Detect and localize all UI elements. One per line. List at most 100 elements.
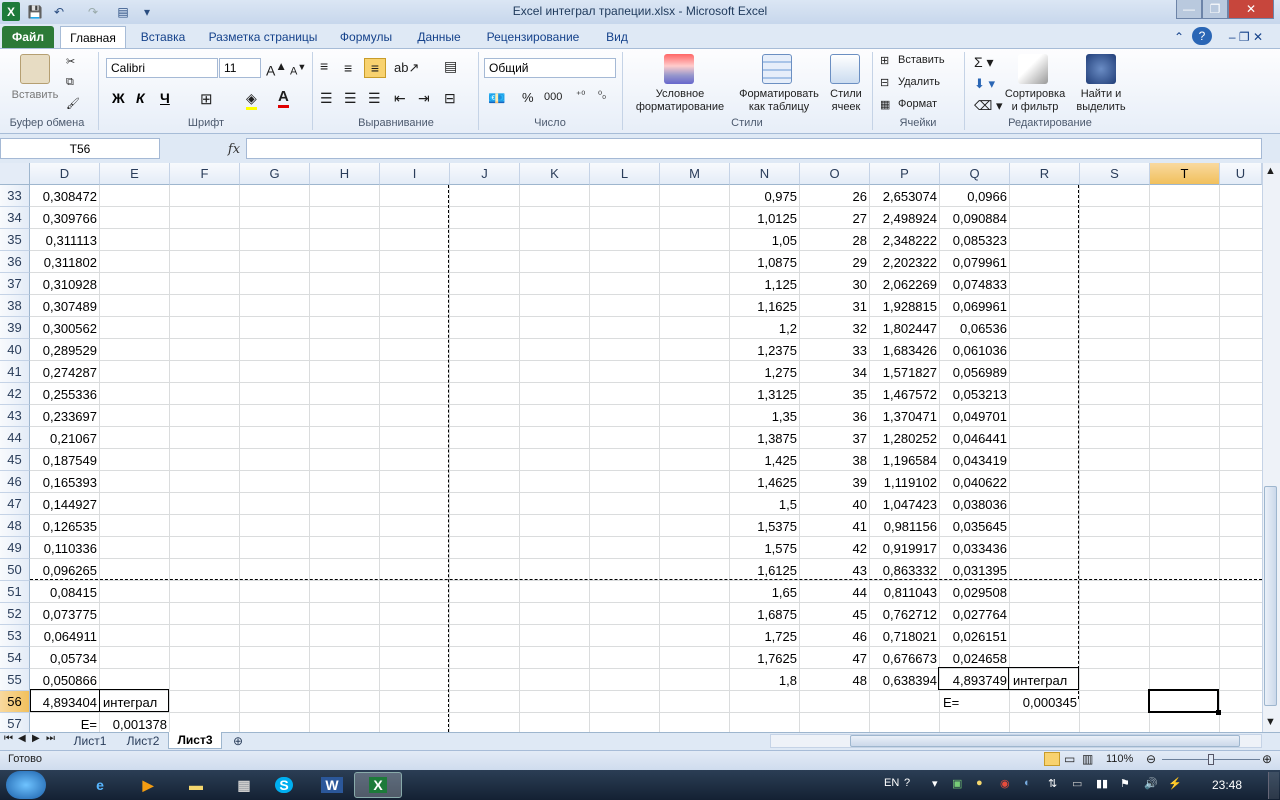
insert-function-button[interactable]: fx	[224, 139, 244, 159]
cell-o52[interactable]: 45	[800, 603, 870, 625]
cell-p48[interactable]: 0,981156	[870, 515, 940, 537]
cell-n34[interactable]: 1,0125	[730, 207, 800, 229]
cell-n38[interactable]: 1,1625	[730, 295, 800, 317]
tray-icon[interactable]: ●	[976, 777, 983, 789]
cell-o51[interactable]: 44	[800, 581, 870, 603]
maximize-button[interactable]: ❐	[1202, 0, 1228, 19]
format-as-table-button[interactable]: Форматировать как таблицу	[734, 88, 824, 114]
cell-p35[interactable]: 2,348222	[870, 229, 940, 251]
column-header-n[interactable]: N	[730, 163, 800, 185]
column-header-l[interactable]: L	[590, 163, 660, 185]
cell-n33[interactable]: 0,975	[730, 185, 800, 207]
delete-cells-button[interactable]: Удалить	[898, 76, 940, 88]
column-header-d[interactable]: D	[30, 163, 100, 185]
cell-q40[interactable]: 0,061036	[940, 339, 1010, 361]
font-size-select[interactable]: 11	[219, 58, 261, 78]
volume-icon[interactable]: 🔊	[1144, 777, 1158, 790]
borders-icon[interactable]: ⊞	[200, 90, 213, 108]
cell-o44[interactable]: 37	[800, 427, 870, 449]
cell-q49[interactable]: 0,033436	[940, 537, 1010, 559]
cell-n42[interactable]: 1,3125	[730, 383, 800, 405]
cell-o53[interactable]: 46	[800, 625, 870, 647]
cell-p44[interactable]: 1,280252	[870, 427, 940, 449]
cell-d48[interactable]: 0,126535	[30, 515, 100, 537]
cell-n44[interactable]: 1,3875	[730, 427, 800, 449]
cell-n35[interactable]: 1,05	[730, 229, 800, 251]
excel-taskbar-icon[interactable]: X	[354, 772, 402, 798]
cell-q38[interactable]: 0,069961	[940, 295, 1010, 317]
cell-d55[interactable]: 0,050866	[30, 669, 100, 691]
row-header-38[interactable]: 38	[0, 295, 30, 317]
cell-n51[interactable]: 1,65	[730, 581, 800, 603]
cell-n54[interactable]: 1,7625	[730, 647, 800, 669]
cell-q53[interactable]: 0,026151	[940, 625, 1010, 647]
sheet-tab[interactable]: Лист2	[118, 732, 168, 749]
cell-n45[interactable]: 1,425	[730, 449, 800, 471]
cell-p54[interactable]: 0,676673	[870, 647, 940, 669]
row-header-40[interactable]: 40	[0, 339, 30, 361]
explorer-taskbar-icon[interactable]: ▬	[172, 772, 220, 798]
row-header-35[interactable]: 35	[0, 229, 30, 251]
formula-input[interactable]	[246, 138, 1262, 159]
customize-toolbar-icon[interactable]: ▾	[138, 3, 156, 20]
cell-q48[interactable]: 0,035645	[940, 515, 1010, 537]
cell-d33[interactable]: 0,308472	[30, 185, 100, 207]
cell-o34[interactable]: 27	[800, 207, 870, 229]
tray-icon[interactable]: ◉	[1000, 777, 1010, 790]
cell-q51[interactable]: 0,029508	[940, 581, 1010, 603]
cell-d37[interactable]: 0,310928	[30, 273, 100, 295]
row-header-39[interactable]: 39	[0, 317, 30, 339]
cell-q44[interactable]: 0,046441	[940, 427, 1010, 449]
cell-o36[interactable]: 29	[800, 251, 870, 273]
align-left-icon[interactable]: ☰	[320, 90, 333, 107]
cell-q47[interactable]: 0,038036	[940, 493, 1010, 515]
paste-icon[interactable]	[20, 54, 50, 84]
grow-font-icon[interactable]: A▲	[266, 60, 287, 79]
column-header-m[interactable]: M	[660, 163, 730, 185]
column-header-i[interactable]: I	[380, 163, 450, 185]
conditional-formatting-icon[interactable]	[664, 54, 694, 84]
tab-review[interactable]: Рецензирование	[478, 26, 588, 48]
cell-p47[interactable]: 1,047423	[870, 493, 940, 515]
tray-icon[interactable]: ⇅	[1048, 777, 1057, 790]
cell-n41[interactable]: 1,275	[730, 361, 800, 383]
horizontal-scroll-thumb[interactable]	[850, 735, 1240, 747]
print-preview-icon[interactable]: ▤	[114, 3, 132, 20]
number-format-select[interactable]: Общий	[484, 58, 616, 78]
cell-q37[interactable]: 0,074833	[940, 273, 1010, 295]
cell-o39[interactable]: 32	[800, 317, 870, 339]
cell-o46[interactable]: 39	[800, 471, 870, 493]
italic-button[interactable]: К	[136, 90, 145, 106]
sheet-nav-last-icon[interactable]: ⏭	[46, 733, 55, 744]
cell-d41[interactable]: 0,274287	[30, 361, 100, 383]
cell-n37[interactable]: 1,125	[730, 273, 800, 295]
cell-p51[interactable]: 0,811043	[870, 581, 940, 603]
orientation-icon[interactable]: ab↗	[394, 60, 419, 76]
cell-p55[interactable]: 0,638394	[870, 669, 940, 691]
cell-d52[interactable]: 0,073775	[30, 603, 100, 625]
help-tray-icon[interactable]: ?	[904, 777, 910, 789]
cell-d42[interactable]: 0,255336	[30, 383, 100, 405]
cell-n55[interactable]: 1,8	[730, 669, 800, 691]
sheet-tab[interactable]: Лист1	[64, 732, 116, 749]
sort-filter-icon[interactable]	[1018, 54, 1048, 84]
find-select-button[interactable]: Найти и выделить	[1070, 88, 1132, 114]
row-header-47[interactable]: 47	[0, 493, 30, 515]
cell-d43[interactable]: 0,233697	[30, 405, 100, 427]
cell-d35[interactable]: 0,311113	[30, 229, 100, 251]
cell-p40[interactable]: 1,683426	[870, 339, 940, 361]
cell-q36[interactable]: 0,079961	[940, 251, 1010, 273]
ie-taskbar-icon[interactable]: e	[76, 772, 124, 798]
decrease-indent-icon[interactable]: ⇤	[394, 90, 406, 107]
page-layout-view-icon[interactable]: ▭	[1064, 752, 1075, 766]
sheet-tab-active[interactable]: Лист3	[168, 732, 222, 749]
autosum-icon[interactable]: Σ ▾	[974, 54, 994, 71]
fill-icon[interactable]: ⬇ ▾	[974, 76, 995, 92]
minimize-button[interactable]: —	[1176, 0, 1202, 19]
cell-o55[interactable]: 48	[800, 669, 870, 691]
font-name-select[interactable]: Calibri	[106, 58, 218, 78]
cell-n52[interactable]: 1,6875	[730, 603, 800, 625]
vertical-scroll-thumb[interactable]	[1264, 486, 1277, 706]
cell-p43[interactable]: 1,370471	[870, 405, 940, 427]
cell-p53[interactable]: 0,718021	[870, 625, 940, 647]
